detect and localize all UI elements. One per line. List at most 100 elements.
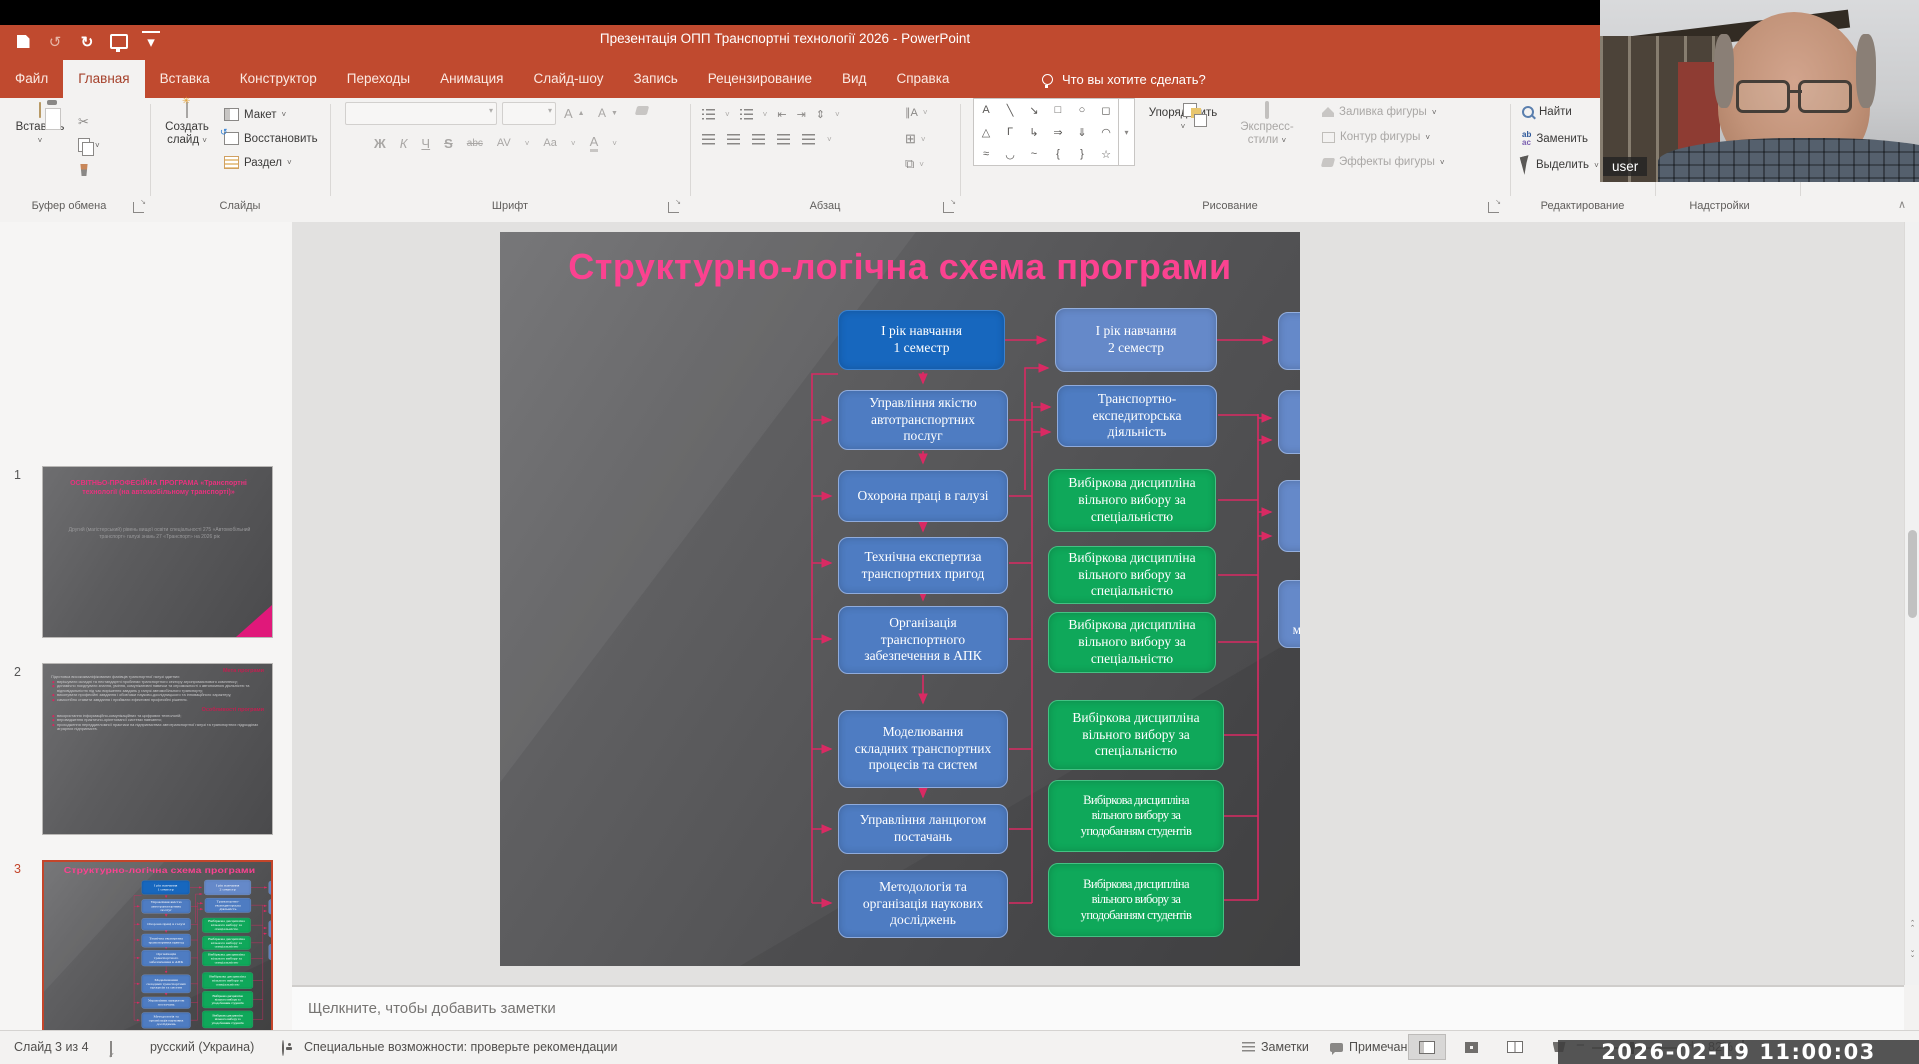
layout-button[interactable]: Макет˅	[224, 108, 286, 121]
flowchart-box[interactable]: Вибіркова дисципліна вільного вибору за …	[1048, 469, 1216, 532]
vertical-scrollbar[interactable]: ⌃⌃ ⌄⌄	[1904, 222, 1919, 985]
flowchart-box[interactable]: Вибіркова дисципліна вільного вибору за …	[202, 1011, 253, 1028]
shape-outline-button[interactable]: Контур фигуры˅	[1322, 131, 1430, 143]
flowchart-box[interactable]: Підготовка кваліфікаційної магістерської…	[269, 920, 271, 937]
flowchart-box[interactable]: Вибіркова дисципліна вільного вибору за …	[1048, 780, 1224, 852]
columns-icon[interactable]	[802, 134, 815, 145]
increase-indent-icon[interactable]: ⇥	[797, 108, 806, 121]
flowchart-box[interactable]: І рік навчання 1 семестр	[838, 310, 1005, 370]
format-painter-button[interactable]	[78, 164, 90, 176]
shape-glyph[interactable]: □	[1055, 104, 1062, 116]
shape-glyph[interactable]: ~	[1031, 148, 1037, 160]
shape-glyph[interactable]: ╲	[1007, 104, 1014, 117]
scrollbar-thumb[interactable]	[1908, 530, 1917, 618]
change-case-button[interactable]: Aa	[543, 137, 556, 149]
shape-glyph[interactable]: ↘	[1029, 104, 1038, 117]
shape-glyph[interactable]: Г	[1007, 126, 1013, 138]
drawing-dialog-launcher[interactable]	[1488, 202, 1499, 213]
flowchart-box[interactable]: Транспортно- експедиторська діяльність	[1057, 385, 1217, 447]
notes-pane[interactable]: Щелкните, чтобы добавить заметки	[292, 987, 1904, 1030]
select-button[interactable]: Выделить˅	[1522, 156, 1599, 174]
copy-button[interactable]: ˅	[78, 138, 100, 152]
grow-font-button[interactable]: А▲	[564, 106, 585, 121]
shapes-more-button[interactable]: ▾	[1118, 99, 1134, 165]
shape-glyph[interactable]: ◻	[1101, 104, 1110, 117]
next-slide-button[interactable]: ⌄⌄	[1905, 943, 1919, 966]
thumbnail-slide-3-selected[interactable]: Структурно-логічна схема програми	[42, 860, 273, 1032]
ribbon-tab-10[interactable]: Вид	[827, 60, 881, 98]
paste-button[interactable]: Вставить˅	[12, 103, 68, 147]
collapse-ribbon-icon[interactable]: ∧	[1898, 198, 1906, 211]
align-right-icon[interactable]	[752, 134, 765, 145]
flowchart-box[interactable]: Вибіркова дисципліна вільного вибору за …	[202, 936, 251, 950]
shape-glyph[interactable]: {	[1056, 148, 1060, 160]
flowchart-box[interactable]: Вибіркова дисципліна вільного вибору за …	[1048, 546, 1216, 604]
flowchart-box[interactable]: Методологія та організація наукових досл…	[142, 1012, 191, 1028]
flowchart-box[interactable]: І рік навчання 2 семестр	[204, 880, 251, 895]
flowchart-box[interactable]: І рік навчання 2 семестр	[1055, 308, 1217, 372]
flowchart-box[interactable]: Управління якістю автотранспортних послу…	[142, 899, 191, 913]
notes-toggle-button[interactable]: Заметки	[1242, 1040, 1309, 1054]
shape-glyph[interactable]: ◡	[1005, 148, 1015, 161]
flowchart-box[interactable]: Атестація (захист кваліфікаційної магіст…	[1278, 580, 1300, 648]
flowchart-box[interactable]: Вибіркова дисципліна вільного вибору за …	[202, 972, 253, 988]
strikethrough-button[interactable]: abc	[467, 138, 483, 149]
normal-view-button[interactable]	[1408, 1034, 1446, 1060]
replace-button[interactable]: abacЗаменить	[1522, 131, 1588, 147]
flowchart-box[interactable]: Моделювання складних транспортних процес…	[838, 710, 1008, 788]
flowchart-box[interactable]: Управління якістю автотранспортних послу…	[838, 390, 1008, 450]
ribbon-tab-5[interactable]: Переходы	[332, 60, 425, 98]
numbering-icon[interactable]	[740, 109, 753, 120]
flowchart-box[interactable]: Вибіркова дисципліна вільного вибору за …	[1048, 612, 1216, 673]
flowchart-box[interactable]: Методологія та організація наукових досл…	[838, 870, 1008, 938]
ribbon-tab-1[interactable]: Файл	[0, 60, 63, 98]
flowchart-box[interactable]: Організація транспортного забезпечення в…	[838, 606, 1008, 674]
shape-glyph[interactable]: △	[982, 126, 990, 139]
flowchart-box[interactable]: І рік навчання 1 семестр	[142, 880, 190, 894]
shape-glyph[interactable]: ≈	[983, 148, 989, 160]
new-slide-button[interactable]: Создатьслайд ˅	[158, 103, 216, 147]
shape-glyph[interactable]: ○	[1079, 104, 1086, 116]
ribbon-tab-11[interactable]: Справка	[881, 60, 964, 98]
cut-button[interactable]: ✂	[78, 114, 89, 130]
ribbon-tab-8[interactable]: Запись	[618, 60, 692, 98]
bullets-icon[interactable]	[702, 109, 715, 120]
line-spacing-icon[interactable]: ⇕	[816, 108, 825, 121]
flowchart-box[interactable]: Управління ланцюгом постачань	[838, 804, 1008, 854]
flowchart-box[interactable]: Охорона праці в галузі	[142, 918, 191, 930]
thumbnail-slide-2[interactable]: Мета програми Підготовка висококваліфіко…	[42, 663, 273, 835]
clear-format-button[interactable]	[636, 106, 648, 115]
convert-smartart-button[interactable]: ⧉˅	[905, 156, 924, 172]
shrink-font-button[interactable]: А▼	[598, 106, 618, 120]
align-center-icon[interactable]	[727, 134, 740, 145]
flowchart-box[interactable]: Технічна експертиза транспортних пригод	[142, 934, 191, 947]
flowchart-box[interactable]: Виробнича практика	[1278, 390, 1300, 454]
decrease-indent-icon[interactable]: ⇤	[777, 108, 786, 121]
shape-effects-button[interactable]: Эффекты фигуры˅	[1322, 156, 1445, 168]
flowchart-box[interactable]: Вибіркова дисципліна вільного вибору за …	[202, 952, 251, 966]
clipboard-dialog-launcher[interactable]	[133, 202, 144, 213]
accessibility-status[interactable]: Специальные возможности: проверьте реком…	[304, 1040, 617, 1054]
slide-sorter-view-button[interactable]	[1452, 1034, 1490, 1060]
paragraph-dialog-launcher[interactable]	[943, 202, 954, 213]
font-size-combo[interactable]	[502, 102, 556, 125]
flowchart-box[interactable]: Моделювання складних транспортних процес…	[142, 975, 191, 993]
spellcheck-icon[interactable]	[110, 1042, 112, 1056]
section-button[interactable]: Раздел˅	[224, 156, 292, 169]
slide-canvas[interactable]: Структурно-логічна схема програми	[500, 232, 1300, 966]
previous-slide-button[interactable]: ⌃⌃	[1905, 916, 1919, 939]
shape-glyph[interactable]: ⇒	[1053, 126, 1062, 139]
flowchart-box[interactable]: ІІ рік навчання	[1278, 312, 1300, 370]
shape-glyph[interactable]: ◠	[1101, 126, 1111, 139]
flowchart-box[interactable]: Атестація (захист кваліфікаційної магіст…	[269, 944, 271, 960]
flowchart-box[interactable]: ІІ рік навчання	[269, 881, 271, 895]
flowchart-box[interactable]: Технічна експертиза транспортних пригод	[838, 537, 1008, 594]
shape-glyph[interactable]: }	[1080, 148, 1084, 160]
ribbon-tab-4[interactable]: Конструктор	[225, 60, 332, 98]
flowchart-box[interactable]: Виробнича практика	[269, 899, 271, 914]
font-color-button[interactable]: A	[590, 134, 599, 152]
flowchart-box[interactable]: Транспортно- експедиторська діяльність	[205, 898, 251, 913]
font-name-combo[interactable]	[345, 102, 497, 125]
ribbon-tab-9[interactable]: Рецензирование	[693, 60, 827, 98]
bold-button[interactable]: Ж	[374, 136, 386, 151]
